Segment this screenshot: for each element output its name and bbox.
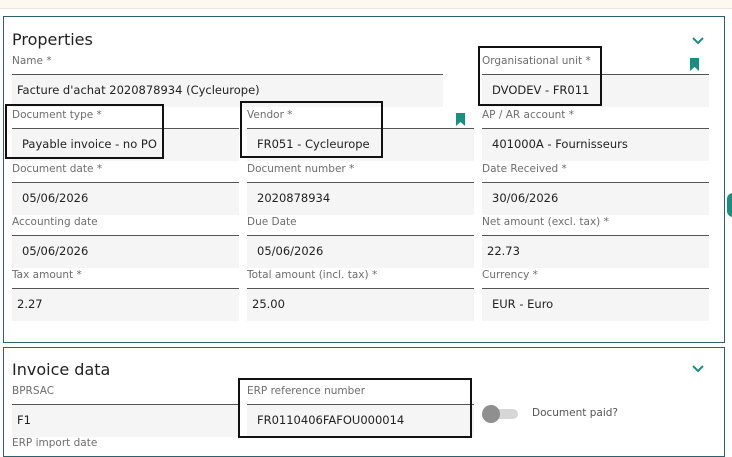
invoice-data-title: Invoice data	[12, 360, 111, 379]
tax-amount-value: 2.27	[17, 297, 43, 311]
document-date-input[interactable]: 05/06/2026	[12, 182, 239, 215]
ap-ar-account-value: 401000A - Fournisseurs	[492, 137, 628, 151]
bookmark-icon[interactable]	[456, 111, 465, 126]
ap-ar-account-label: AP / AR account *	[482, 109, 574, 121]
tax-amount-label: Tax amount *	[12, 269, 82, 281]
date-received-value: 30/06/2026	[492, 191, 559, 205]
bprsac-input[interactable]: F1	[12, 404, 239, 437]
bprsac-label: BPRSAC	[12, 385, 55, 397]
net-amount-input[interactable]: 22.73	[482, 235, 709, 268]
total-amount-value: 25.00	[252, 297, 285, 311]
bprsac-value: F1	[17, 413, 31, 427]
top-strip	[0, 0, 732, 9]
total-amount-label: Total amount (incl. tax) *	[247, 269, 378, 281]
highlight-box	[238, 378, 472, 438]
currency-value: EUR - Euro	[492, 297, 554, 311]
net-amount-label: Net amount (excl. tax) *	[482, 216, 609, 228]
due-date-input[interactable]: 05/06/2026	[247, 235, 474, 268]
date-received-label: Date Received *	[482, 163, 567, 175]
document-date-label: Document date *	[12, 163, 102, 175]
ap-ar-account-input[interactable]: 401000A - Fournisseurs	[482, 128, 709, 161]
net-amount-value: 22.73	[487, 244, 520, 258]
due-date-value: 05/06/2026	[257, 244, 324, 258]
properties-title: Properties	[12, 30, 93, 49]
highlight-box	[478, 46, 602, 106]
currency-label: Currency *	[482, 269, 538, 281]
name-label: Name *	[12, 55, 52, 67]
accounting-date-label: Accounting date	[12, 216, 98, 228]
highlight-box	[240, 101, 383, 158]
due-date-label: Due Date	[247, 216, 297, 228]
document-date-value: 05/06/2026	[22, 191, 89, 205]
document-number-value: 2020878934	[257, 191, 331, 205]
properties-panel: Properties Name * Facture d'achat 202087…	[3, 16, 725, 343]
side-handle[interactable]	[727, 193, 732, 217]
chevron-down-icon[interactable]	[691, 34, 705, 48]
accounting-date-value: 05/06/2026	[22, 244, 89, 258]
highlight-box	[5, 104, 164, 159]
toggle-knob	[482, 405, 500, 423]
currency-input[interactable]: EUR - Euro	[482, 288, 709, 321]
document-paid-label: Document paid?	[532, 407, 618, 419]
name-value: Facture d'achat 2020878934 (Cycleurope)	[17, 83, 260, 97]
bookmark-icon[interactable]	[690, 56, 699, 71]
total-amount-input[interactable]: 25.00	[247, 288, 474, 321]
accounting-date-input[interactable]: 05/06/2026	[12, 235, 239, 268]
document-number-label: Document number *	[247, 163, 355, 175]
tax-amount-input[interactable]: 2.27	[12, 288, 239, 321]
date-received-input[interactable]: 30/06/2026	[482, 182, 709, 215]
erp-import-date-label: ERP import date	[12, 437, 98, 449]
chevron-down-icon[interactable]	[691, 362, 705, 376]
document-paid-toggle[interactable]	[482, 405, 520, 423]
document-number-input[interactable]: 2020878934	[247, 182, 474, 215]
